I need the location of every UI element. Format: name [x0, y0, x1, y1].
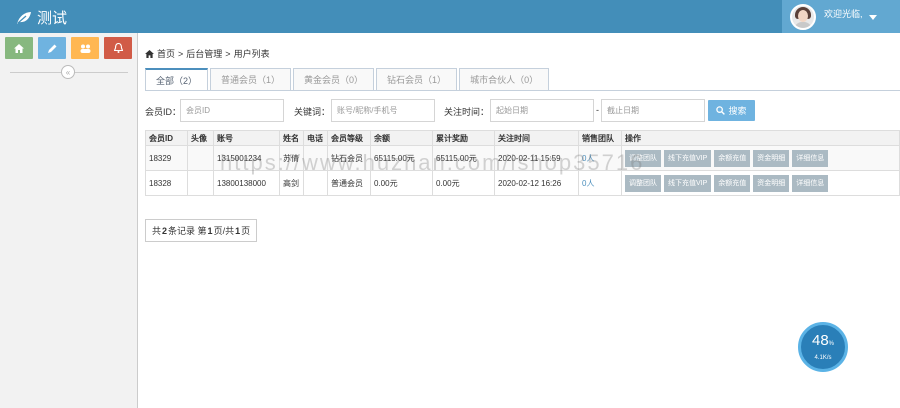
tab-city-partner[interactable]: 城市合伙人（0）	[459, 68, 550, 90]
speed-value: 4.1K/s	[814, 355, 832, 361]
breadcrumb-separator: >	[225, 48, 231, 59]
breadcrumb-current: 用户列表	[233, 49, 270, 59]
speed-percent: 48%	[811, 332, 835, 349]
pager-prefix: 共	[152, 226, 162, 236]
member-id-input[interactable]: 会员ID	[180, 99, 284, 122]
follow-time-label: 关注时间：	[444, 107, 490, 117]
pager-suffix: 页	[241, 226, 251, 236]
pencil-icon	[47, 44, 56, 53]
balance-recharge-button[interactable]: 余额充值	[714, 174, 751, 192]
pager-total: 2	[162, 225, 168, 236]
pager-page: 1	[207, 225, 213, 236]
caret-down-icon	[868, 15, 877, 20]
detail-info-button[interactable]: 详细信息	[792, 149, 829, 167]
member-level-tabs: 全部（2） 普通会员（1） 黄金会员（0） 钻石会员（1） 城市合伙人（0）	[145, 68, 551, 91]
cell-member-id: 18329	[145, 145, 188, 171]
filter-bar: 会员ID： 会员ID 关键词： 账号/昵称/手机号 关注时间： 起始日期 - 截…	[145, 99, 765, 122]
pager-mid: 条记录 第	[168, 226, 207, 236]
cell-member-id: 18328	[145, 170, 188, 196]
member-id-label: 会员ID：	[145, 107, 182, 117]
bell-shortcut-button[interactable]	[104, 37, 132, 59]
search-label: 搜索	[728, 106, 747, 116]
cell-actions: 调整团队 线下充值VIP 余额充值 资金明细 详细信息	[621, 170, 900, 196]
col-actions: 操作	[621, 130, 900, 146]
double-chevron-left-icon: «	[65, 67, 71, 77]
col-account: 账号	[213, 130, 280, 146]
col-phone: 电话	[303, 130, 328, 146]
tab-diamond[interactable]: 钻石会员（1）	[376, 68, 458, 90]
pager-mid2: 页/共	[213, 226, 235, 236]
sales-team-link[interactable]: 0人	[582, 179, 594, 188]
offline-vip-recharge-button[interactable]: 线下充值VIP	[664, 149, 712, 167]
home-shortcut-button[interactable]	[5, 37, 33, 59]
cell-avatar	[187, 170, 214, 196]
tab-underline	[145, 90, 900, 91]
top-navbar: 测试 欢迎光临,	[0, 0, 900, 33]
balance-recharge-button[interactable]: 余额充值	[714, 149, 751, 167]
start-date-input[interactable]: 起始日期	[490, 99, 594, 122]
breadcrumb-section[interactable]: 后台管理	[186, 47, 222, 60]
bell-icon	[113, 43, 123, 53]
sidebar: «	[0, 33, 138, 408]
pager-pages: 1	[235, 225, 241, 236]
network-speed-widget[interactable]: 48% 4.1K/s	[798, 322, 848, 372]
search-icon	[716, 106, 726, 115]
cell-avatar	[187, 145, 214, 171]
col-reward: 累计奖励	[432, 130, 495, 146]
col-avatar: 头像	[187, 130, 214, 146]
pagination-summary: 共 2 条记录 第 1 页/共 1 页	[145, 219, 258, 242]
sidebar-shortcuts	[5, 37, 132, 59]
tab-regular[interactable]: 普通会员（1）	[210, 68, 292, 90]
offline-vip-recharge-button[interactable]: 线下充值VIP	[664, 174, 712, 192]
col-follow-time: 关注时间	[494, 130, 579, 146]
group-shortcut-button[interactable]	[71, 37, 99, 59]
home-icon	[14, 43, 24, 53]
user-greeting: 欢迎光临,	[824, 9, 863, 19]
table-header-row: 会员ID 头像 账号 姓名 电话 会员等级 余额 累计奖励 关注时间 销售团队 …	[145, 130, 900, 146]
tab-all[interactable]: 全部（2）	[145, 68, 209, 91]
end-date-input[interactable]: 截止日期	[601, 99, 705, 122]
keyword-input[interactable]: 账号/昵称/手机号	[331, 99, 435, 122]
col-member-id: 会员ID	[145, 130, 188, 146]
watermark: https://www.huzhan.com/ishop35716	[220, 150, 645, 175]
leaf-icon	[17, 11, 31, 24]
col-balance: 余额	[370, 130, 433, 146]
col-sales-team: 销售团队	[578, 130, 622, 146]
col-level: 会员等级	[327, 130, 371, 146]
search-button[interactable]: 搜索	[708, 100, 755, 121]
cell-actions: 调整团队 线下充值VIP 余额充值 资金明细 详细信息	[621, 145, 900, 171]
group-icon	[80, 44, 90, 53]
sidebar-collapse-button[interactable]: «	[61, 65, 75, 79]
tab-gold[interactable]: 黄金会员（0）	[293, 68, 375, 90]
brand[interactable]: 测试	[16, 7, 67, 28]
app-title: 测试	[37, 10, 68, 27]
fund-details-button[interactable]: 资金明细	[753, 174, 790, 192]
home-icon	[145, 49, 154, 58]
fund-details-button[interactable]: 资金明细	[753, 149, 790, 167]
col-name: 姓名	[279, 130, 304, 146]
breadcrumb-separator: >	[178, 48, 184, 59]
breadcrumb-home[interactable]: 首页	[157, 47, 175, 60]
detail-info-button[interactable]: 详细信息	[792, 174, 829, 192]
pencil-shortcut-button[interactable]	[38, 37, 66, 59]
user-avatar	[790, 3, 816, 30]
breadcrumb: 首页 > 后台管理 > 用户列表	[145, 47, 270, 60]
date-range-dash: -	[596, 105, 599, 115]
adjust-team-button[interactable]: 调整团队	[625, 174, 661, 192]
keyword-label: 关键词：	[294, 107, 331, 117]
user-menu[interactable]: 欢迎光临,	[782, 0, 900, 33]
